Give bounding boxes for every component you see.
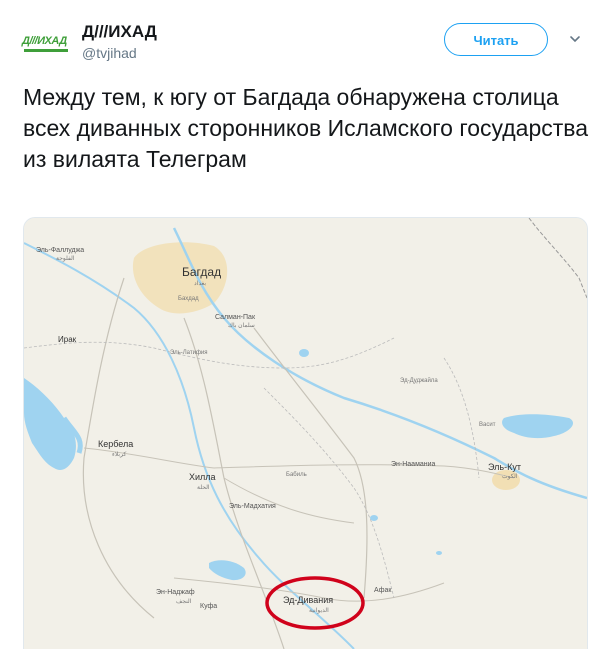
user-handle[interactable]: @tvjihad — [82, 45, 137, 61]
label-kut-ar: الكوت — [502, 473, 518, 480]
chevron-down-icon[interactable] — [568, 32, 582, 46]
avatar[interactable]: Д///ИХАД — [22, 24, 70, 64]
label-dujaila: Эд-Дуджайла — [400, 377, 438, 384]
label-baghdad-sub: Бахдад — [178, 296, 199, 302]
label-mahawil: Эль-Мадхатия — [229, 503, 276, 510]
label-diwaniya: Эд-Дивания — [283, 595, 333, 605]
label-diwaniya-ar: الديوانية — [309, 607, 329, 614]
label-hilla-ar: الحلة — [197, 484, 210, 491]
label-najaf-ar: النجف — [176, 598, 192, 605]
label-salman-pak-ar: سلمان باك — [228, 322, 255, 329]
label-baghdad: Багдад — [182, 265, 221, 279]
label-fallujah: Эль-Фаллуджа — [36, 247, 84, 254]
follow-button[interactable]: Читать — [444, 23, 548, 56]
label-karbala-ar: كربلاء — [112, 451, 126, 458]
label-numaniyah: Эн-Нааманиа — [391, 461, 436, 468]
avatar-logo-text: Д///ИХАД — [22, 35, 67, 47]
label-fallujah-ar: الفلوجة — [56, 255, 75, 262]
label-wasit: Васит — [479, 422, 496, 428]
avatar-underline — [24, 49, 68, 52]
label-salman-pak: Салман-Пак — [215, 314, 256, 321]
label-hilla: Хилла — [189, 472, 216, 482]
label-iraq: Ирак — [58, 335, 77, 344]
label-kufa: Куфа — [200, 603, 217, 610]
tweet-text: Между тем, к югу от Багдада обнаружена с… — [23, 84, 589, 172]
label-latifiya: Эль-Латифия — [170, 350, 208, 356]
label-afak: Афак — [374, 587, 392, 594]
label-najaf: Эн-Наджаф — [156, 589, 195, 596]
label-karbala: Кербела — [98, 439, 133, 449]
map-image[interactable]: Эль-Фаллуджа الفلوجة Багдад بغداد Бахдад… — [23, 217, 588, 649]
label-baghdad-ar: بغداد — [194, 280, 206, 287]
display-name[interactable]: Д///ИХАД — [82, 22, 157, 42]
label-babil: Бабиль — [286, 472, 307, 478]
label-kut: Эль-Кут — [488, 462, 521, 472]
